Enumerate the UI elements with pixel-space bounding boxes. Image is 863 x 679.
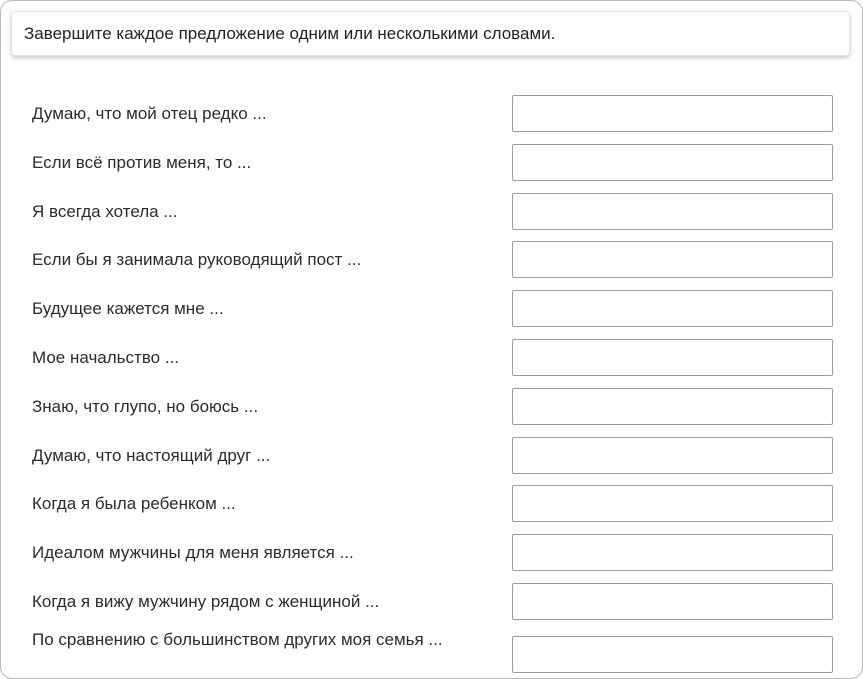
sentence-row: Мое начальство ... <box>1 338 862 388</box>
sentence-row: Будущее кажется мне ... <box>1 290 862 339</box>
sentence-answer-input[interactable] <box>512 485 833 523</box>
sentence-prompt: Знаю, что глупо, но боюсь ... <box>32 396 259 416</box>
sentence-row: По сравнению с большинством других моя с… <box>1 630 862 678</box>
sentence-row: Если всё против меня, то ... <box>1 143 862 193</box>
sentence-prompt: Думаю, что мой отец редко ... <box>32 104 267 123</box>
sentence-prompt: Идеалом мужчины для меня является ... <box>32 543 354 563</box>
sentence-answer-input[interactable] <box>512 290 833 328</box>
sentence-list: Думаю, что мой отец редко ... Если всё п… <box>1 95 862 678</box>
sentence-answer-input[interactable] <box>512 143 833 181</box>
sentence-row: Когда я вижу мужчину рядом с женщиной ..… <box>1 582 862 632</box>
sentence-prompt: Будущее кажется мне ... <box>32 299 224 319</box>
sentence-answer-input[interactable] <box>512 338 833 376</box>
sentence-row: Знаю, что глупо, но боюсь ... <box>1 387 862 437</box>
instruction-banner: Завершите каждое предложение одним или н… <box>11 11 850 56</box>
sentence-prompt: Думаю, что настоящий друг ... <box>32 445 271 465</box>
sentence-prompt: Когда я была ребенком ... <box>32 494 236 514</box>
sentence-answer-input[interactable] <box>512 635 833 673</box>
sentence-prompt: Если бы я занимала руководящий пост ... <box>32 250 362 270</box>
sentence-answer-input[interactable] <box>512 95 833 132</box>
sentence-row: Я всегда хотела ... <box>1 192 862 242</box>
sentence-answer-input[interactable] <box>512 534 833 572</box>
sentence-prompt: Мое начальство ... <box>32 347 180 367</box>
sentence-answer-input[interactable] <box>512 241 833 279</box>
sentence-row: Если бы я занимала руководящий пост ... <box>1 241 862 290</box>
sentence-prompt: Если всё против меня, то ... <box>32 152 252 172</box>
sentence-answer-input[interactable] <box>512 436 833 474</box>
sentence-prompt: Когда я вижу мужчину рядом с женщиной ..… <box>32 591 380 611</box>
sentence-prompt: По сравнению с большинством других моя с… <box>32 629 443 649</box>
sentence-row: Когда я была ребенком ... <box>1 485 862 534</box>
sentence-answer-input[interactable] <box>512 387 833 425</box>
sentence-row: Идеалом мужчины для меня является ... <box>1 534 862 583</box>
sentence-answer-input[interactable] <box>512 582 833 620</box>
sentence-prompt: Я всегда хотела ... <box>32 201 178 221</box>
sentence-row: Думаю, что настоящий друг ... <box>1 436 862 486</box>
sentence-answer-input[interactable] <box>512 192 833 230</box>
sentence-row: Думаю, что мой отец редко ... <box>1 95 862 144</box>
survey-panel: Завершите каждое предложение одним или н… <box>0 0 863 679</box>
instruction-text: Завершите каждое предложение одним или н… <box>24 23 556 43</box>
